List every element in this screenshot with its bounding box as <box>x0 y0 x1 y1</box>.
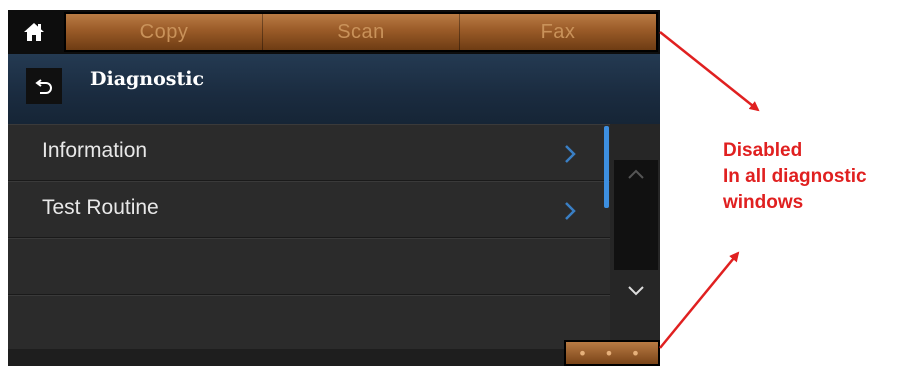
mode-tabs: Copy Scan Fax <box>64 12 658 52</box>
page-header: Diagnostic <box>8 54 660 124</box>
annotation-line-3: windows <box>723 192 804 213</box>
chevron-down-icon <box>628 286 644 296</box>
list-item-label: Test Routine <box>42 196 159 219</box>
top-bar: Copy Scan Fax <box>8 10 660 54</box>
back-button[interactable] <box>26 68 62 104</box>
annotation-text: Disabled In all diagnostic windows <box>723 138 867 216</box>
home-button[interactable] <box>8 10 60 54</box>
arrow-to-tabs <box>659 31 760 112</box>
list-item-empty <box>8 295 610 352</box>
scroll-down-button[interactable] <box>614 246 658 336</box>
tab-copy[interactable]: Copy <box>66 14 263 50</box>
chevron-right-icon <box>565 202 576 220</box>
tab-scan[interactable]: Scan <box>263 14 460 50</box>
list-item-label: Information <box>42 139 148 162</box>
chevron-up-icon <box>628 169 644 179</box>
back-arrow-icon <box>35 79 52 94</box>
home-icon <box>24 23 44 41</box>
more-options-button[interactable]: • • • <box>564 340 660 366</box>
list-item-information[interactable]: Information <box>8 124 610 181</box>
arrow-to-more-button <box>659 251 740 349</box>
device-screen: Copy Scan Fax Diagnostic Information Tes… <box>8 10 660 366</box>
annotation-line-2: In all diagnostic <box>723 166 867 187</box>
diagnostic-list: Information Test Routine <box>8 124 610 352</box>
scrollbar-thumb[interactable] <box>604 126 609 208</box>
list-item-empty <box>8 238 610 295</box>
annotation-line-1: Disabled <box>723 140 803 161</box>
page-title: Diagnostic <box>90 68 205 90</box>
bottom-bar <box>8 349 660 366</box>
chevron-right-icon <box>565 145 576 163</box>
tab-fax[interactable]: Fax <box>460 14 656 50</box>
list-item-test-routine[interactable]: Test Routine <box>8 181 610 238</box>
